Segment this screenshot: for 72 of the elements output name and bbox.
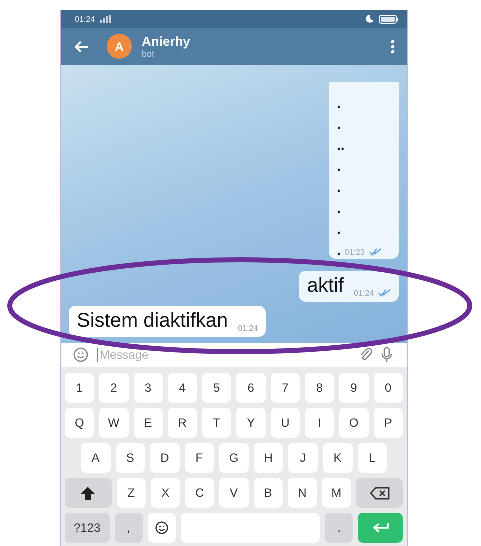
keyboard-key[interactable]: . [325,513,354,543]
message-text: Sistem diaktifkan [77,310,228,333]
battery-icon [379,14,399,24]
keyboard-key[interactable]: 2 [99,373,129,403]
more-options-icon[interactable] [391,40,395,54]
status-time: 01:24 [75,14,96,24]
keyboard-key[interactable]: N [288,478,318,508]
keyboard-key[interactable]: H [254,443,284,473]
emoji-key[interactable] [148,513,176,543]
keyboard-key[interactable]: G [219,443,249,473]
keyboard-key[interactable]: 3 [134,373,163,403]
keyboard-key[interactable]: 5 [202,373,232,403]
message-text: . [337,117,342,131]
keyboard-key[interactable]: , [114,513,143,543]
keyboard-key[interactable]: R [168,408,198,438]
keyboard-key[interactable]: 7 [270,373,300,403]
keyboard-key[interactable]: B [254,478,283,508]
keyboard-key[interactable]: W [99,408,129,438]
message-input[interactable]: Message [97,348,351,362]
keyboard-key[interactable]: S [116,443,146,473]
signal-icon [100,15,112,23]
keyboard-key[interactable]: X [150,478,180,508]
emoji-icon[interactable] [73,347,89,363]
keyboard-key[interactable]: A [81,443,111,473]
shift-arrow-icon [81,486,96,500]
keyboard-key[interactable]: 6 [236,373,266,403]
message-text: aktif [307,275,344,298]
keyboard-key[interactable]: K [322,443,352,473]
keyboard-key[interactable]: T [202,408,232,438]
message-time: 01:24 [238,324,258,333]
keyboard-key[interactable]: C [185,478,214,508]
back-arrow-icon[interactable] [75,40,89,52]
keyboard-key[interactable]: V [219,478,249,508]
message-text: . [337,222,342,236]
message-text: . [337,201,342,215]
keyboard-key[interactable]: D [150,443,180,473]
keyboard-key[interactable]: 8 [305,373,334,403]
keyboard-key[interactable]: Q [65,408,94,438]
emoji-icon [154,521,169,535]
message-text: . [337,243,341,257]
message-text: . [337,180,342,194]
contact-name: Anierhy [142,34,192,49]
paperclip-icon[interactable] [359,347,373,363]
keyboard-key[interactable]: Y [236,408,266,438]
keyboard-key[interactable]: E [134,408,163,438]
enter-key[interactable] [358,513,404,543]
keyboard-key[interactable]: L [358,443,388,473]
message-text: .. [337,138,346,152]
moon-icon [366,15,374,23]
keyboard-key[interactable]: J [288,443,318,473]
keyboard-key[interactable]: 0 [374,373,403,403]
backspace-icon [370,486,390,500]
keyboard-key[interactable]: 4 [168,373,198,403]
message-time: 01:23 [344,248,365,257]
keyboard-key[interactable]: I [305,408,334,438]
keyboard-key[interactable]: 9 [339,373,369,403]
keyboard-key[interactable]: Z [116,478,146,508]
message-text: . [337,159,342,173]
keyboard-key[interactable]: 1 [65,373,94,403]
keyboard-key[interactable]: U [270,408,300,438]
keyboard-key[interactable]: ?123 [65,513,110,543]
message-text: . [337,96,342,110]
message-time: 01:24 [354,289,374,298]
contact-status: bot [142,49,156,59]
microphone-icon[interactable] [381,347,393,363]
keyboard-key[interactable]: M [322,478,352,508]
enter-arrow-icon [372,523,389,533]
shift-key[interactable] [65,478,112,508]
keyboard-key[interactable]: P [374,408,403,438]
keyboard-key[interactable]: O [339,408,369,438]
backspace-key[interactable] [356,478,404,508]
keyboard-key[interactable]: F [184,443,214,473]
